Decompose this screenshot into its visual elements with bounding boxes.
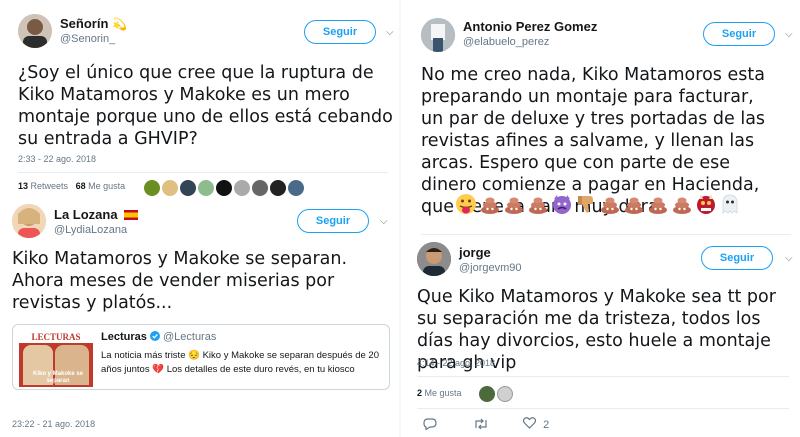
display-name[interactable]: La Lozana [54,207,139,222]
retweets-count[interactable]: 13 [18,181,28,191]
likes-label[interactable]: Me gusta [88,181,125,191]
poop-emoji [649,197,667,214]
magazine-cover-image: LECTURAS Kiko y Makoke se separan [19,331,93,387]
quoted-text-line: La noticia más triste 😔 Kiko y Makoke se… [101,350,379,361]
likers-avatars [479,385,515,403]
display-name[interactable]: Antonio Perez Gomez [463,19,597,34]
reply-icon [423,418,437,431]
poop-emoji [529,197,547,214]
poop-emoji [481,197,499,214]
chevron-down-icon[interactable]: ⌵ [785,29,797,41]
display-name[interactable]: Señorín 💫 [60,16,127,31]
column-divider [399,0,401,437]
heart-icon [522,417,537,429]
poop-emoji [601,197,619,214]
divider [421,234,791,235]
user-handle[interactable]: @LydiaLozana [54,224,127,236]
right-column: Antonio Perez Gomez @elabuelo_perez Segu… [403,0,800,437]
tweet-text: ¿Soy el único que cree que la ruptura de… [18,63,393,149]
likes-label[interactable]: Me gusta [425,388,462,398]
retweets-label[interactable]: Retweets [31,181,69,191]
tweet-antonio: Antonio Perez Gomez @elabuelo_perez Segu… [403,0,800,235]
emoji-row [455,192,743,215]
magazine-logo: LECTURAS [19,331,93,343]
tongue-face-emoji [456,193,476,214]
avatar[interactable] [216,179,232,196]
user-handle[interactable]: @elabuelo_perez [463,36,549,48]
engagement-stats: 2 Me gusta [417,388,462,398]
likes-count[interactable]: 2 [417,388,422,398]
verified-icon [149,331,160,341]
chevron-down-icon[interactable]: ⌵ [386,27,398,39]
display-name[interactable]: jorge [459,245,491,260]
timestamp[interactable]: 4:14 - 22 ago. 2018 [417,358,495,368]
quoted-text: La noticia más triste 😔 Kiko y Makoke se… [101,349,379,377]
user-handle[interactable]: @jorgevm90 [459,262,522,274]
follow-button[interactable]: Seguir [304,20,376,44]
avatar[interactable] [162,179,178,196]
retweet-button[interactable] [473,418,489,433]
likes-count[interactable]: 68 [76,181,86,191]
avatar[interactable] [252,179,268,196]
chevron-down-icon[interactable]: ⌵ [380,216,392,228]
quoted-display-name[interactable]: Lecturas @Lecturas [101,331,216,343]
likers-avatars [144,179,306,197]
avatar[interactable] [198,179,214,196]
tweet-text: Kiko Matamoros y Makoke se separan. Ahor… [12,249,348,313]
thumbs-down-emoji [578,195,593,213]
follow-button[interactable]: Seguir [297,209,369,233]
quoted-tweet[interactable]: LECTURAS Kiko y Makoke se separan Lectur… [12,324,390,390]
user-handle[interactable]: @Senorin_ [60,33,115,45]
avatar[interactable] [421,18,455,52]
divider [18,172,388,173]
poop-emoji [625,197,643,214]
follow-button[interactable]: Seguir [703,22,775,46]
like-button[interactable]: 2 [522,417,550,431]
avatar[interactable] [12,204,46,238]
divider [417,376,789,377]
chevron-down-icon[interactable]: ⌵ [785,253,797,265]
avatar[interactable] [417,242,451,276]
retweet-icon [475,418,487,430]
avatar[interactable] [270,179,286,196]
avatar[interactable] [497,385,513,402]
avatar[interactable] [288,179,304,196]
avatar[interactable] [144,179,160,196]
tweet-jorge: jorge @jorgevm90 Seguir ⌵ Que Kiko Matam… [403,236,800,437]
avatar[interactable] [18,14,52,48]
ghost-emoji [722,194,738,214]
angry-devil-emoji [553,194,571,214]
reply-button[interactable] [423,418,437,433]
tweet-la-lozana: La Lozana @LydiaLozana Seguir ⌵ Kiko Mat… [0,198,397,437]
avatar[interactable] [180,179,196,196]
spain-flag-icon [124,210,139,220]
engagement-stats: 13 Retweets 68 Me gusta [18,181,125,191]
timestamp[interactable]: 23:22 - 21 ago. 2018 [12,419,95,429]
avatar[interactable] [479,385,495,402]
left-column: Señorín 💫 @Senorin_ Seguir ⌵ ¿Soy el úni… [0,0,397,437]
like-count: 2 [543,419,550,431]
tweet-senorin: Señorín 💫 @Senorin_ Seguir ⌵ ¿Soy el úni… [0,0,397,200]
timestamp[interactable]: 2:33 - 22 ago. 2018 [18,154,96,164]
poop-emoji [505,197,523,214]
poop-emoji [673,197,691,214]
avatar[interactable] [234,179,250,196]
quoted-text-line: años juntos 💔 Los detalles de este duro … [101,364,355,375]
quoted-handle[interactable]: @Lecturas [163,331,216,343]
ogre-emoji [697,193,715,214]
cover-headline: Kiko y Makoke se separan [32,371,84,384]
divider [417,408,789,409]
follow-button[interactable]: Seguir [701,246,773,270]
